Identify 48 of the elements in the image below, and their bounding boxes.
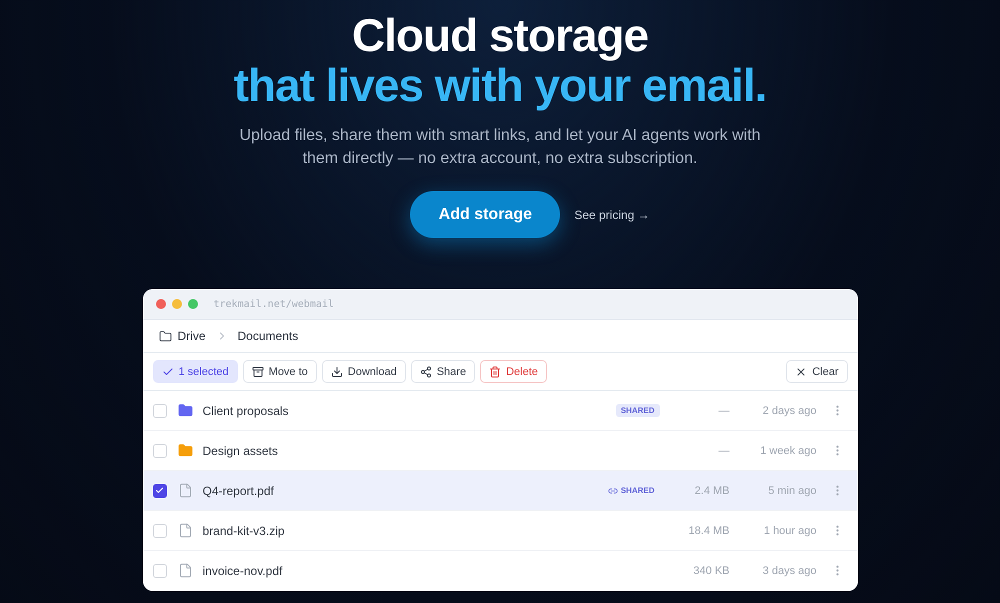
checkbox[interactable] <box>152 484 166 498</box>
share-button[interactable]: Share <box>410 360 476 383</box>
share-icon <box>420 366 432 378</box>
clear-button[interactable]: Clear <box>786 360 848 383</box>
shared-badge: SHARED <box>616 404 660 417</box>
file-size: — <box>718 404 730 416</box>
add-storage-button[interactable]: Add storage <box>410 191 560 238</box>
file-icon <box>178 563 192 578</box>
minimize-dot[interactable] <box>172 299 182 309</box>
trash-icon <box>489 366 502 378</box>
check-icon <box>162 366 174 378</box>
archive-icon <box>252 366 264 378</box>
file-name: Design assets <box>202 444 278 458</box>
file-name: invoice-nov.pdf <box>202 564 282 578</box>
file-size: 18.4 MB <box>688 524 730 536</box>
hero-subtitle: Upload files, share them with smart links, and let your AI agents work with them directly — no extra account, no extra subscription. <box>238 126 762 169</box>
file-size: 340 KB <box>692 564 730 576</box>
hero-title: Cloud storage <box>352 10 648 60</box>
folder-icon <box>158 330 172 342</box>
modified-date: 1 hour ago <box>762 524 816 536</box>
check-icon <box>155 486 164 495</box>
modified-date: 5 min ago <box>767 484 816 496</box>
file-size: 2.4 MB <box>694 484 730 496</box>
file-name: Client proposals <box>202 404 289 418</box>
maximize-dot[interactable] <box>188 299 198 309</box>
file-row[interactable]: Q4-report.pdf SHARED 2.4 MB 5 min ago <box>142 471 858 511</box>
move-button[interactable]: Move to <box>242 360 317 383</box>
close-icon <box>795 366 808 378</box>
breadcrumb-item[interactable]: Documents <box>238 329 298 343</box>
selection-button[interactable]: 1 selected <box>152 360 238 383</box>
file-name: Q4-report.pdf <box>202 484 274 498</box>
modified-date: 1 week ago <box>759 444 816 456</box>
shared-label: SHARED <box>620 486 654 495</box>
download-button[interactable]: Download <box>322 360 406 383</box>
pricing-link[interactable]: See pricing → <box>574 208 650 222</box>
download-icon <box>330 366 343 378</box>
file-icon <box>178 523 192 538</box>
breadcrumb-item[interactable]: Drive <box>178 329 206 343</box>
modified-date: 2 days ago <box>762 404 816 416</box>
url-text: trekmail.net/webmail <box>214 298 334 310</box>
file-size: — <box>718 444 730 456</box>
close-dot[interactable] <box>156 299 166 309</box>
delete-button[interactable]: Delete <box>480 360 547 383</box>
file-icon <box>178 483 192 498</box>
modified-date: 3 days ago <box>762 564 816 576</box>
file-name: brand-kit-v3.zip <box>202 524 285 538</box>
link-icon <box>608 486 618 496</box>
hero-title: that lives with your email. <box>234 60 766 110</box>
